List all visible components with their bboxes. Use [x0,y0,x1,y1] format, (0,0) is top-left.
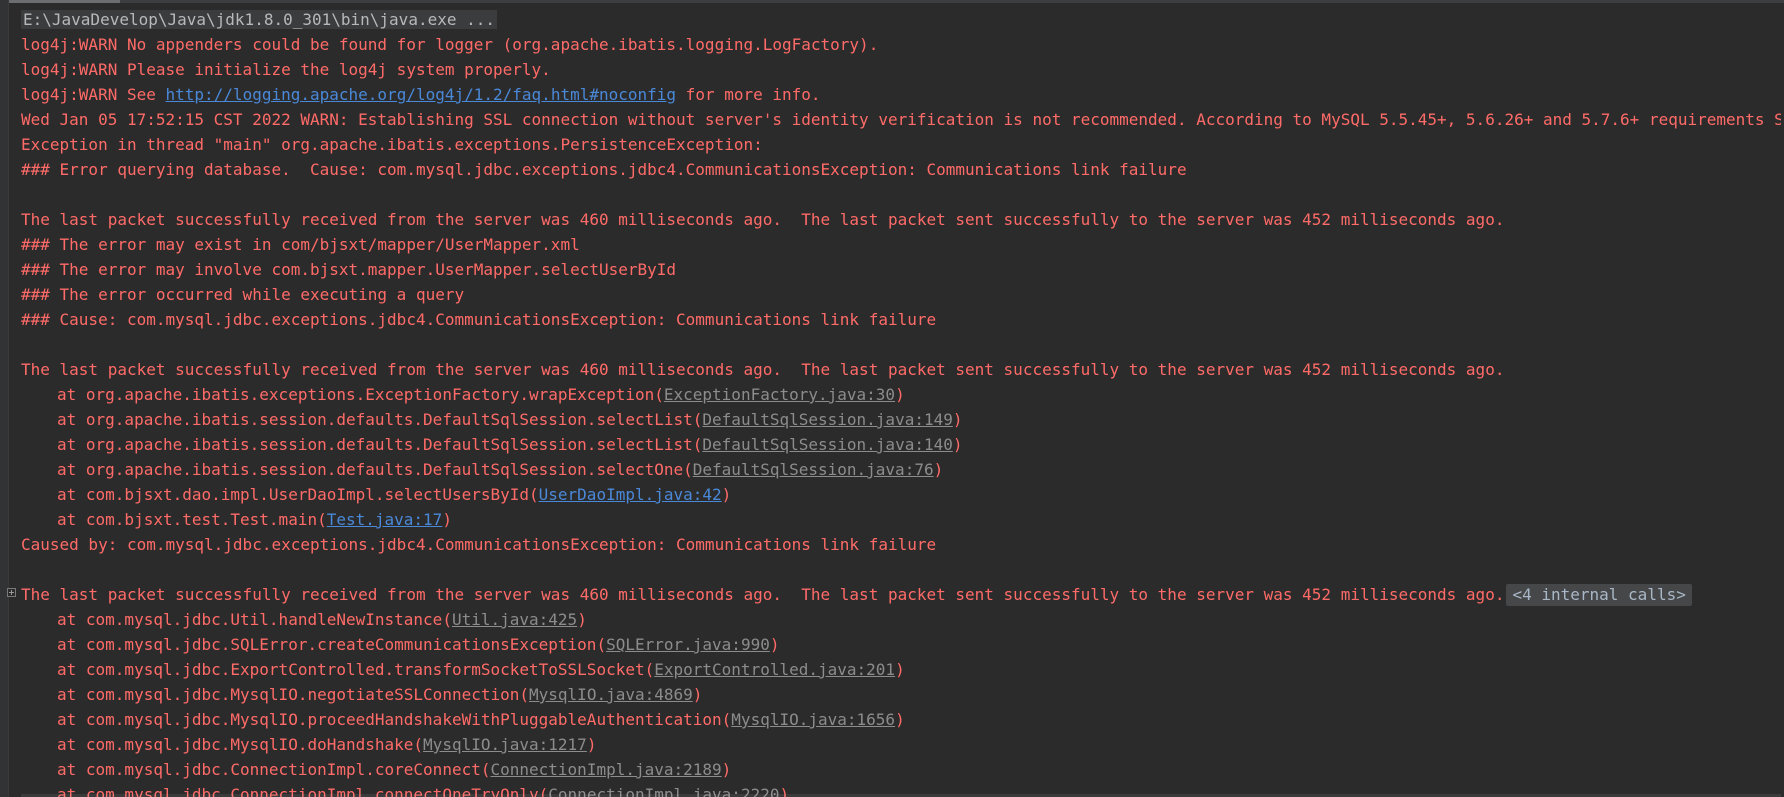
console-gutter [0,0,9,797]
console-line: ### Error querying database. Cause: com.… [21,160,1187,179]
console-line: The last packet successfully received fr… [21,360,1505,379]
source-link[interactable]: ExportControlled.java:201 [654,660,895,679]
stack-frame: at com.mysql.jdbc.MysqlIO.doHandshake(My… [57,735,597,754]
stack-frame: at org.apache.ibatis.session.defaults.De… [57,460,944,479]
source-link[interactable]: ConnectionImpl.java:2189 [490,760,721,779]
console-line: Wed Jan 05 17:52:15 CST 2022 WARN: Estab… [21,110,1781,129]
console-line: The last packet successfully received fr… [21,210,1505,229]
console-line: ### The error may exist in com/bjsxt/map… [21,235,580,254]
stack-frame: at com.mysql.jdbc.SQLError.createCommuni… [57,635,780,654]
internal-calls-badge[interactable]: <4 internal calls> [1506,584,1692,606]
stack-frame: at org.apache.ibatis.session.defaults.De… [57,410,963,429]
stack-frame: at com.mysql.jdbc.MysqlIO.proceedHandsha… [57,710,905,729]
stack-frame: at com.mysql.jdbc.Util.handleNewInstance… [57,610,587,629]
source-link[interactable]: DefaultSqlSession.java:140 [702,435,952,454]
command-text: E:\JavaDevelop\Java\jdk1.8.0_301\bin\jav… [21,10,498,29]
console-line: Caused by: com.mysql.jdbc.exceptions.jdb… [21,535,937,554]
source-link[interactable]: Test.java:17 [327,510,443,529]
source-link[interactable]: ExceptionFactory.java:30 [664,385,895,404]
stack-frame: at com.bjsxt.test.Test.main(Test.java:17… [57,510,452,529]
stack-frame: at org.apache.ibatis.exceptions.Exceptio… [57,385,905,404]
console-top-bar [0,0,1784,3]
command-line: E:\JavaDevelop\Java\jdk1.8.0_301\bin\jav… [21,7,1781,32]
expand-fold-icon[interactable] [7,588,16,597]
stack-frame: at com.mysql.jdbc.ConnectionImpl.connect… [21,782,1781,797]
source-link[interactable]: MysqlIO.java:1656 [731,710,895,729]
run-console[interactable]: E:\JavaDevelop\Java\jdk1.8.0_301\bin\jav… [0,0,1784,797]
console-line: ### Cause: com.mysql.jdbc.exceptions.jdb… [21,310,937,329]
progress-indicator [0,0,120,3]
log4j-faq-link[interactable]: http://logging.apache.org/log4j/1.2/faq.… [166,85,677,104]
stack-frame: at com.bjsxt.dao.impl.UserDaoImpl.select… [57,485,732,504]
console-line: log4j:WARN Please initialize the log4j s… [21,60,551,79]
console-line: ### The error may involve com.bjsxt.mapp… [21,260,677,279]
console-line: log4j:WARN No appenders could be found f… [21,35,879,54]
console-line: ### The error occurred while executing a… [21,285,465,304]
stack-frame: at org.apache.ibatis.session.defaults.De… [57,435,963,454]
console-line: log4j:WARN See http://logging.apache.org… [21,85,821,104]
stack-frame: at com.mysql.jdbc.ConnectionImpl.coreCon… [57,760,732,779]
console-line: The last packet successfully received fr… [21,582,1781,607]
source-link[interactable]: Util.java:425 [452,610,577,629]
source-link[interactable]: UserDaoImpl.java:42 [539,485,722,504]
stack-frame: at com.mysql.jdbc.ExportControlled.trans… [57,660,905,679]
source-link[interactable]: MysqlIO.java:4869 [529,685,693,704]
source-link[interactable]: SQLError.java:990 [606,635,770,654]
console-output: E:\JavaDevelop\Java\jdk1.8.0_301\bin\jav… [21,7,1781,797]
source-link[interactable]: DefaultSqlSession.java:149 [702,410,952,429]
source-link[interactable]: MysqlIO.java:1217 [423,735,587,754]
stack-frame: at com.mysql.jdbc.MysqlIO.negotiateSSLCo… [57,685,703,704]
console-line: Exception in thread "main" org.apache.ib… [21,135,773,154]
source-link[interactable]: DefaultSqlSession.java:76 [693,460,934,479]
